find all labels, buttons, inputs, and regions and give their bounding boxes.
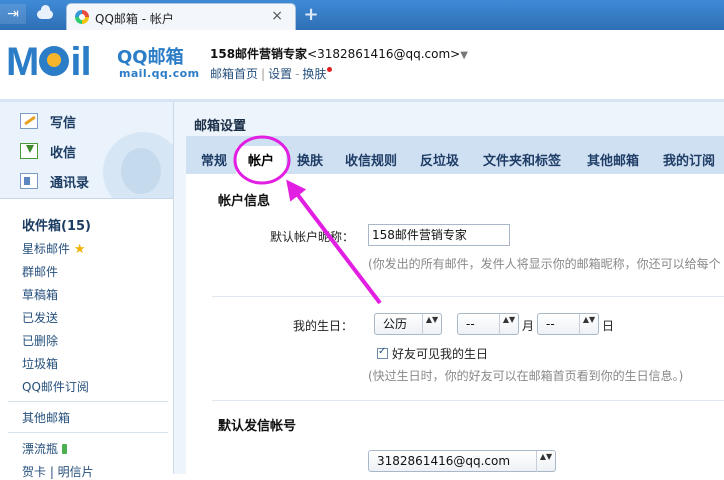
quick-actions: 写信 收信 通讯录	[0, 102, 173, 199]
change-skin-link[interactable]: 换肤	[302, 67, 326, 81]
birthday-hint: (快过生日时，你的好友可以在邮箱首页看到你的生日信息。)	[368, 369, 684, 383]
birth-month-select[interactable]: -- ▲▼	[457, 313, 519, 335]
folder-group-mail[interactable]: 群邮件	[22, 263, 58, 280]
star-icon: ★	[73, 242, 86, 257]
other-mailbox-link[interactable]: 其他邮箱	[22, 409, 70, 426]
default-sender-select[interactable]: 3182861416@qq.com ▲▼	[368, 450, 556, 472]
folder-spam[interactable]: 垃圾箱	[22, 355, 58, 372]
settings-panel: 帐户信息 默认帐户昵称： 158邮件营销专家 (你发出的所有邮件，发件人将显示你…	[186, 174, 724, 474]
page-title: 邮箱设置	[194, 119, 247, 134]
tab-mail-rules[interactable]: 收信规则	[345, 150, 397, 169]
nickname-text: 158邮件营销专家	[210, 47, 308, 61]
section-divider	[212, 400, 724, 401]
qq-mail-logo[interactable]: Mil	[6, 42, 92, 82]
receive-label: 收信	[50, 146, 77, 161]
link-separator: -	[295, 67, 300, 81]
settings-link[interactable]: 设置	[268, 67, 292, 81]
mail-header: Mil QQ邮箱 mail.qq.com 158邮件营销专家<318286141…	[0, 30, 724, 100]
logo-domain: mail.qq.com	[119, 67, 200, 80]
settings-main: 邮箱设置 常规 帐户 换肤 收信规则 反垃圾 文件夹和标签 其他邮箱 我的订阅 …	[174, 102, 724, 474]
compose-button[interactable]: 写信	[20, 110, 150, 134]
nickname-hint: (你发出的所有邮件，发件人将显示你的邮箱昵称，你还可以给每个	[368, 257, 721, 271]
back-arrow-icon[interactable]: ⇥	[0, 4, 26, 24]
folder-sent[interactable]: 已发送	[22, 309, 58, 326]
nickname-label: 默认帐户昵称：	[270, 230, 355, 244]
day-unit: 日	[602, 319, 615, 333]
spinner-arrows-icon: ▲▼	[536, 451, 555, 472]
compose-label: 写信	[50, 116, 77, 131]
inbox-download-icon	[20, 143, 38, 159]
close-tab-icon[interactable]: ×	[271, 8, 283, 24]
write-icon	[20, 113, 38, 129]
header-links: 邮箱首页 | 设置 - 换肤	[210, 65, 333, 82]
qq-browser-logo-icon	[75, 10, 89, 24]
browser-tab-strip: ⇥ QQ邮箱 - 帐户 × +	[0, 0, 724, 31]
chevron-down-icon[interactable]: ▼	[460, 50, 468, 61]
contacts-label: 通讯录	[50, 176, 90, 191]
tab-skin[interactable]: 换肤	[297, 150, 323, 169]
cards-link[interactable]: 贺卡 | 明信片	[22, 463, 94, 480]
tab-other-mailbox[interactable]: 其他邮箱	[587, 150, 639, 169]
drift-bottle-link[interactable]: 漂流瓶	[22, 440, 68, 457]
link-separator: |	[261, 67, 266, 81]
tab-folders-labels[interactable]: 文件夹和标签	[483, 150, 561, 169]
tab-general[interactable]: 常规	[201, 150, 227, 169]
tab-my-subscriptions[interactable]: 我的订阅	[663, 150, 715, 169]
birth-month-value: --	[466, 317, 475, 331]
receive-button[interactable]: 收信	[20, 140, 150, 164]
mailbox-home-link[interactable]: 邮箱首页	[210, 67, 258, 81]
logo-letter-o	[39, 46, 70, 76]
left-sidebar: 写信 收信 通讯录 收件箱(15) 星标邮件 ★ 群邮件 草稿箱 已发送 已删除…	[0, 102, 174, 479]
drift-bottle-label: 漂流瓶	[22, 442, 59, 456]
month-unit: 月	[522, 319, 535, 333]
tab-anti-spam[interactable]: 反垃圾	[420, 150, 459, 169]
account-nickname[interactable]: 158邮件营销专家<3182861416@qq.com>▼	[210, 45, 468, 62]
folder-subscriptions[interactable]: QQ邮件订阅	[22, 378, 89, 395]
friends-see-birthday-checkbox[interactable]	[377, 346, 388, 359]
folder-starred[interactable]: 星标邮件 ★	[22, 240, 86, 257]
browser-tab-title: QQ邮箱 - 帐户	[95, 12, 174, 26]
logo-name: QQ邮箱	[117, 47, 184, 68]
cloud-icon[interactable]	[34, 4, 56, 24]
account-info-heading: 帐户信息	[218, 194, 271, 209]
folder-deleted[interactable]: 已删除	[22, 332, 58, 349]
contacts-button[interactable]: 通讯录	[20, 170, 150, 194]
birthday-label: 我的生日：	[293, 319, 354, 333]
calendar-type-select[interactable]: 公历 ▲▼	[374, 313, 442, 335]
bottle-icon	[62, 444, 68, 454]
spinner-arrows-icon: ▲▼	[579, 314, 598, 335]
folder-divider	[8, 401, 168, 402]
folder-divider	[8, 432, 168, 433]
section-divider	[212, 296, 724, 297]
folder-inbox[interactable]: 收件箱(15)	[22, 215, 91, 234]
new-tab-plus-icon[interactable]: +	[300, 5, 322, 25]
default-sender-heading: 默认发信帐号	[218, 419, 297, 434]
address-book-icon	[20, 173, 38, 189]
folder-starred-label: 星标邮件	[22, 242, 71, 256]
friends-see-birthday-label[interactable]: 好友可见我的生日	[392, 345, 488, 362]
settings-tabs: 常规 帐户 换肤 收信规则 反垃圾 文件夹和标签 其他邮箱 我的订阅	[186, 136, 724, 174]
birth-day-value: --	[546, 317, 555, 331]
birth-day-select[interactable]: -- ▲▼	[537, 313, 599, 335]
tab-account[interactable]: 帐户	[236, 146, 287, 174]
calendar-type-value: 公历	[383, 317, 408, 331]
nickname-input[interactable]: 158邮件营销专家	[368, 224, 510, 246]
spinner-arrows-icon: ▲▼	[499, 314, 518, 335]
browser-tab[interactable]: QQ邮箱 - 帐户 ×	[66, 3, 296, 31]
folder-drafts[interactable]: 草稿箱	[22, 286, 58, 303]
notification-dot	[327, 67, 333, 72]
spinner-arrows-icon: ▲▼	[422, 314, 441, 335]
default-sender-value: 3182861416@qq.com	[377, 454, 511, 468]
account-email: <3182861416@qq.com>	[307, 47, 461, 61]
